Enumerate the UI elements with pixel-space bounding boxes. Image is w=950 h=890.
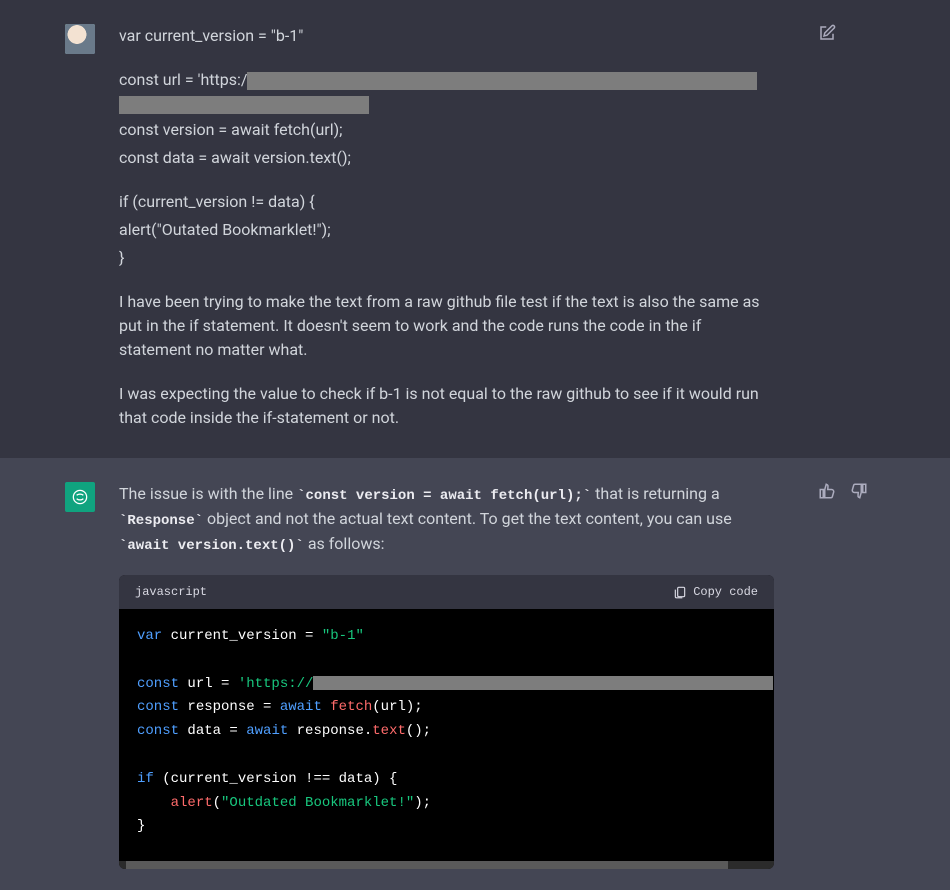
edit-icon[interactable]	[818, 24, 838, 44]
code-line: alert("Outated Bookmarklet!");	[119, 218, 774, 242]
codeblock-language: javascript	[135, 583, 207, 601]
redacted-url	[313, 676, 773, 690]
user-content: var current_version = "b-1" const url = …	[119, 24, 774, 434]
code-block: javascript Copy code var current_version…	[119, 575, 774, 869]
code-line: const url = 'https:/	[119, 68, 774, 114]
clipboard-icon	[673, 585, 687, 599]
code-line: const version = await fetch(url);	[119, 118, 774, 142]
horizontal-scrollbar[interactable]	[119, 861, 774, 869]
user-message: var current_version = "b-1" const url = …	[0, 0, 950, 458]
inline-code: `await version.text()`	[119, 538, 304, 554]
thumbs-down-icon[interactable]	[850, 482, 870, 502]
assistant-avatar	[65, 482, 95, 512]
assistant-message: The issue is with the line `const versio…	[0, 458, 950, 890]
assistant-content: The issue is with the line `const versio…	[119, 482, 774, 869]
user-paragraph: I was expecting the value to check if b-…	[119, 382, 774, 430]
thumbs-up-icon[interactable]	[818, 482, 838, 502]
copy-code-button[interactable]: Copy code	[673, 583, 758, 601]
codeblock-header: javascript Copy code	[119, 575, 774, 609]
user-avatar	[65, 24, 95, 54]
inline-code: `Response`	[119, 513, 203, 529]
assistant-paragraph: The issue is with the line `const versio…	[119, 482, 774, 557]
code-line: if (current_version != data) {	[119, 190, 774, 214]
code-line: var current_version = "b-1"	[119, 24, 774, 48]
code-line: const data = await version.text();	[119, 146, 774, 170]
redacted-url	[247, 72, 757, 90]
codeblock-body: var current_version = "b-1" const url = …	[119, 609, 774, 861]
user-paragraph: I have been trying to make the text from…	[119, 290, 774, 362]
redacted-url	[119, 96, 369, 114]
code-line: }	[119, 246, 774, 270]
inline-code: `const version = await fetch(url);`	[297, 488, 591, 504]
